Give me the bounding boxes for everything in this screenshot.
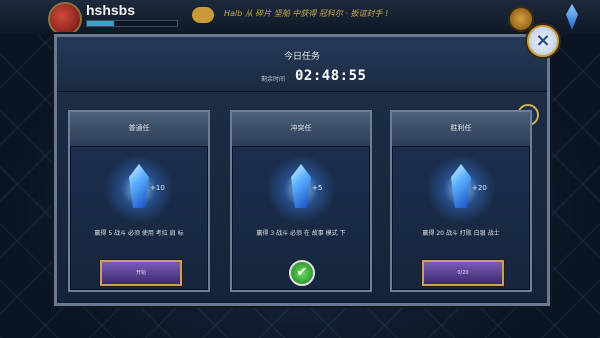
quest-title: 胜利任: [450, 124, 472, 132]
quest-card-3: 胜利任 +20 赢得 20 战斗 打败 白银 战士 0/20: [390, 110, 532, 292]
quest-title: 普通任: [128, 124, 150, 132]
close-modal-button[interactable]: ×: [527, 25, 559, 57]
modal-title: 今日任务: [283, 52, 320, 62]
countdown-timer: 02:48:55: [295, 68, 367, 84]
coin-button[interactable]: [508, 6, 534, 32]
news-ticker: Halb 从 碎片 坚船 中获得 冠科尔 · 扳谊封手 !: [224, 9, 389, 18]
completed-check-icon[interactable]: ✔: [289, 260, 315, 286]
quest-description: 赢得 5 战斗 必须 使用 考拉 肩 标: [94, 230, 184, 237]
xp-bar-fill: [87, 21, 114, 26]
quest-card-header: 胜利任: [392, 112, 530, 147]
quest-description: 赢得 3 战斗 必须 在 故事 模式 下: [256, 230, 346, 237]
modal-header: 今日任务 剩余时间 02:48:55: [57, 37, 547, 92]
quest-reward: +10: [150, 184, 165, 192]
quest-title: 冲突任: [290, 124, 312, 132]
quest-progress-button[interactable]: 0/20: [422, 260, 504, 286]
quest-description: 赢得 20 战斗 打败 白银 战士: [422, 230, 500, 237]
quest-reward: +20: [472, 184, 487, 192]
quest-card-2: 冲突任 +5 赢得 3 战斗 必须 在 故事 模式 下 ✔: [230, 110, 372, 292]
quest-reward: +5: [312, 184, 323, 192]
quest-start-button[interactable]: 开始: [100, 260, 182, 286]
timer-label: 剩余时间: [261, 76, 286, 83]
quest-card-header: 普通任: [70, 112, 208, 147]
quest-card-1: 普通任 +10 赢得 5 战斗 必须 使用 考拉 肩 标 开始: [68, 110, 210, 292]
xp-bar: [86, 20, 178, 27]
top-hud-bar: hshsbs Halb 从 碎片 坚船 中获得 冠科尔 · 扳谊封手 !: [0, 0, 600, 36]
quest-card-header: 冲突任: [232, 112, 370, 147]
crystal-currency-icon[interactable]: [566, 4, 578, 30]
player-name: hshsbs: [86, 2, 136, 18]
chat-icon[interactable]: [192, 7, 214, 23]
player-avatar[interactable]: [48, 2, 82, 36]
